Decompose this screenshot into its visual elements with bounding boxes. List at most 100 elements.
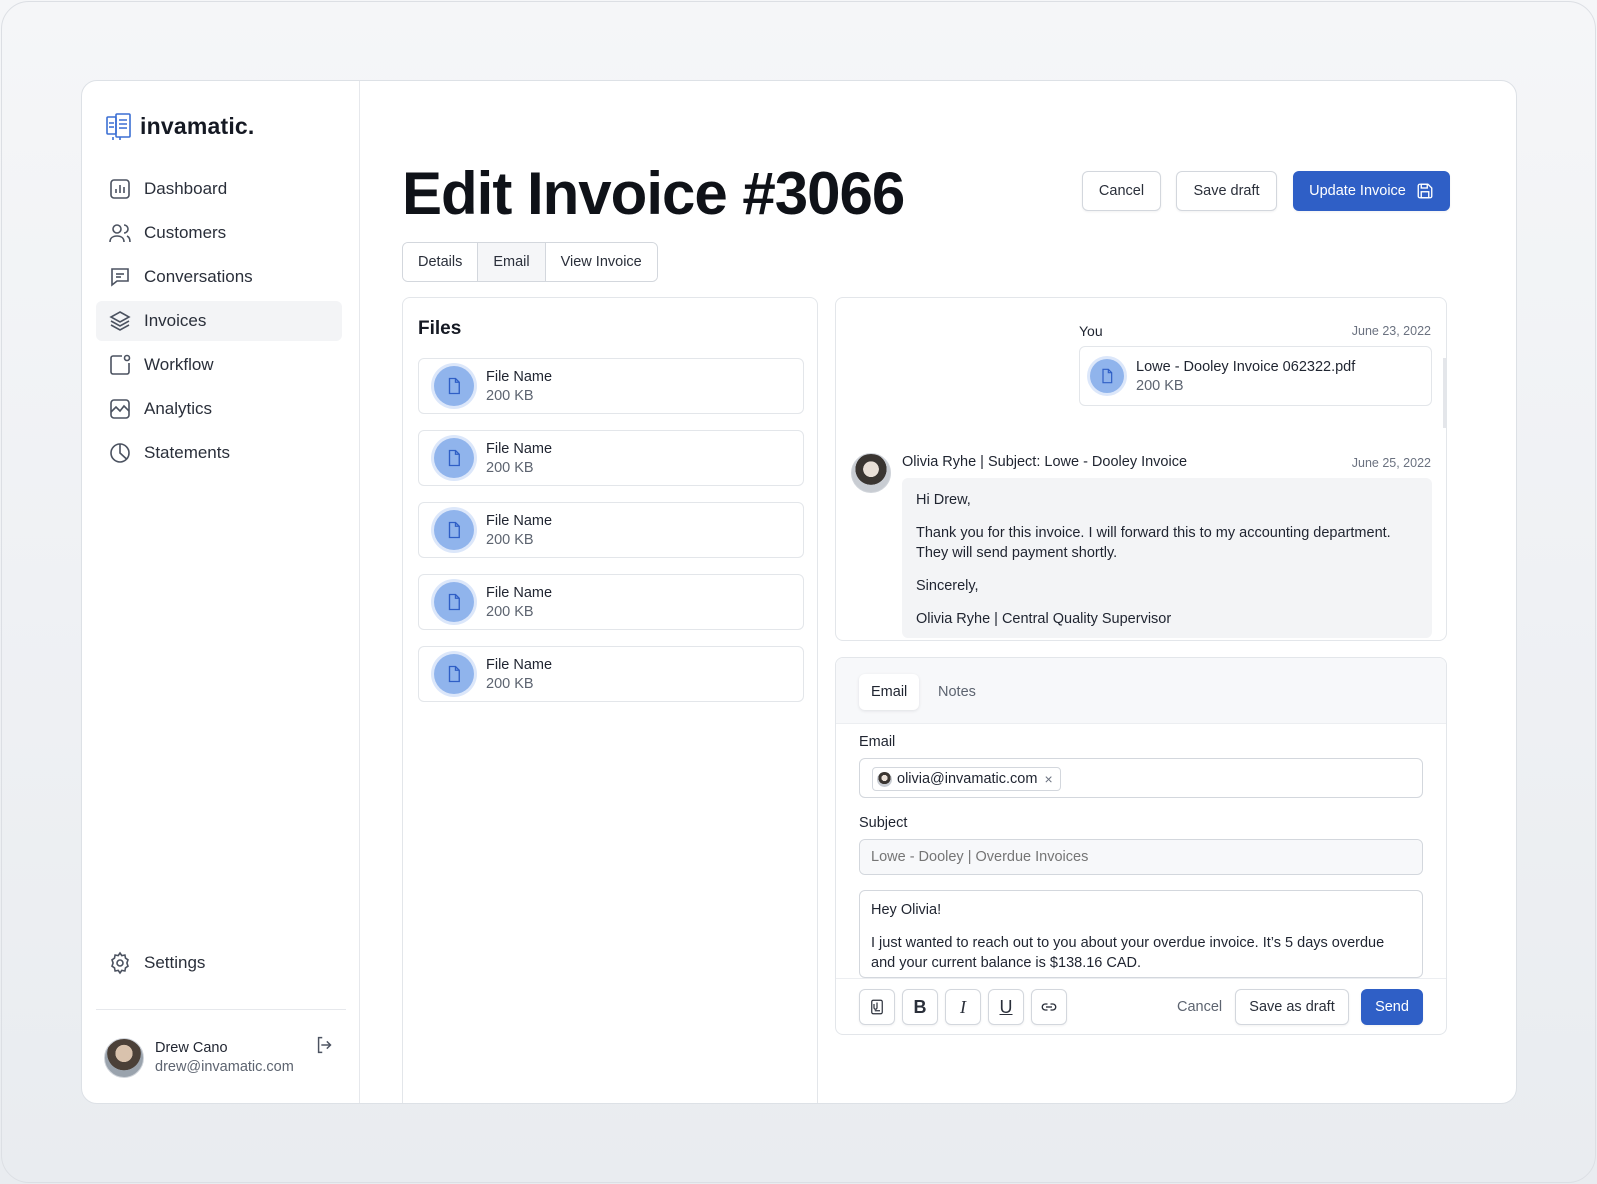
subject-input[interactable] <box>860 840 1422 874</box>
reply-header: Olivia Ryhe | Subject: Lowe - Dooley Inv… <box>902 454 1188 470</box>
logout-icon[interactable] <box>314 1034 336 1056</box>
file-item[interactable]: File Name 200 KB <box>418 646 804 702</box>
sender-avatar <box>851 453 891 493</box>
insert-link-button[interactable] <box>1031 989 1067 1025</box>
page-title: Edit Invoice #3066 <box>402 160 905 227</box>
file-item[interactable]: File Name 200 KB <box>418 574 804 630</box>
body-text: I just wanted to reach out to you about … <box>871 935 1385 971</box>
attachment-size: 200 KB <box>1136 377 1184 394</box>
attach-file-button[interactable] <box>859 989 895 1025</box>
email-recipients-field[interactable]: olivia@invamatic.com × <box>859 758 1423 798</box>
main-nav: Dashboard Customers Conversations Invoic… <box>96 169 342 477</box>
reply-date: June 25, 2022 <box>1351 456 1431 470</box>
file-name: File Name <box>486 368 553 385</box>
underline-button[interactable]: U <box>988 989 1024 1025</box>
dashboard-icon <box>110 179 130 199</box>
reply-message: Hi Drew, Thank you for this invoice. I w… <box>902 478 1432 638</box>
brand-logo[interactable]: invamatic. <box>104 111 255 141</box>
nav-item-invoices[interactable]: Invoices <box>96 301 342 341</box>
nav-label: Workflow <box>144 355 214 374</box>
compose-tab-email[interactable]: Email <box>859 674 920 710</box>
settings-section: Settings <box>96 943 342 987</box>
save-draft-button[interactable]: Save draft <box>1176 171 1277 211</box>
cancel-button[interactable]: Cancel <box>1082 171 1161 211</box>
italic-button[interactable]: I <box>945 989 981 1025</box>
file-name: File Name <box>486 584 553 601</box>
nav-item-conversations[interactable]: Conversations <box>96 257 342 297</box>
send-button[interactable]: Send <box>1361 989 1423 1025</box>
tab-view-invoice[interactable]: View Invoice <box>545 243 657 281</box>
file-item[interactable]: File Name 200 KB <box>418 502 804 558</box>
reply-greeting: Hi Drew, <box>916 492 971 508</box>
file-size: 200 KB <box>486 531 534 548</box>
file-icon <box>434 654 474 694</box>
tab-email[interactable]: Email <box>478 243 546 281</box>
file-icon <box>434 510 474 550</box>
file-icon <box>1090 359 1124 393</box>
italic-icon: I <box>960 996 966 1017</box>
users-icon <box>109 224 131 243</box>
file-size: 200 KB <box>486 675 534 692</box>
user-info: Drew Cano drew@invamatic.com <box>155 1040 294 1075</box>
compose-tab-notes[interactable]: Notes <box>926 674 988 710</box>
nav-label: Analytics <box>144 399 213 418</box>
reply-closing: Sincerely, <box>916 578 979 594</box>
nav-item-dashboard[interactable]: Dashboard <box>96 169 342 209</box>
sent-message-sender: You <box>1079 323 1103 339</box>
reply-body: Thank you for this invoice. I will forwa… <box>916 525 1391 561</box>
tab-details[interactable]: Details <box>403 243 479 281</box>
file-list: File Name 200 KB File Name 200 KB File Nam… <box>418 358 804 718</box>
sent-message-date: June 23, 2022 <box>1351 324 1431 338</box>
compose-tabs: Email Notes <box>836 658 1446 724</box>
compose-panel: Email Notes Email olivia@invamatic.com ×… <box>835 657 1447 1035</box>
files-title: Files <box>418 318 462 339</box>
compose-toolbar: B I U Cancel Save as draft Send <box>836 978 1446 1034</box>
recipient-chip: olivia@invamatic.com × <box>872 767 1061 791</box>
nav-item-statements[interactable]: Statements <box>96 433 342 473</box>
invoice-logo-icon <box>106 113 131 140</box>
file-size: 200 KB <box>486 387 534 404</box>
nav-label: Settings <box>144 953 206 972</box>
bold-button[interactable]: B <box>902 989 938 1025</box>
recipient-email: olivia@invamatic.com <box>897 771 1038 787</box>
email-body-editor[interactable]: Hey Olivia! I just wanted to reach out t… <box>859 890 1423 978</box>
update-invoice-button[interactable]: Update Invoice <box>1293 171 1450 211</box>
email-thread: You June 23, 2022 Lowe - Dooley Invoice … <box>835 297 1447 641</box>
file-name: File Name <box>486 512 553 529</box>
email-label: Email <box>859 734 896 750</box>
layers-icon <box>109 311 131 331</box>
update-invoice-label: Update Invoice <box>1309 183 1406 199</box>
underline-icon: U <box>999 996 1013 1017</box>
file-item[interactable]: File Name 200 KB <box>418 430 804 486</box>
save-icon <box>1417 183 1433 199</box>
nav-item-workflow[interactable]: Workflow <box>96 345 342 385</box>
user-name: Drew Cano <box>155 1040 228 1056</box>
workflow-icon <box>110 354 131 375</box>
nav-label: Invoices <box>144 311 207 330</box>
thread-scrollbar[interactable] <box>1443 358 1446 428</box>
sent-attachment[interactable]: Lowe - Dooley Invoice 062322.pdf 200 KB <box>1079 346 1432 406</box>
nav-item-analytics[interactable]: Analytics <box>96 389 342 429</box>
gear-icon <box>111 951 129 975</box>
bold-icon: B <box>913 996 927 1017</box>
user-avatar[interactable] <box>104 1037 144 1078</box>
invoice-tabs: Details Email View Invoice <box>402 242 658 282</box>
chat-icon <box>111 268 129 287</box>
subject-field-wrap <box>859 839 1423 875</box>
remove-recipient-icon[interactable]: × <box>1044 771 1052 787</box>
link-icon <box>1041 1003 1057 1011</box>
subject-label: Subject <box>859 815 908 831</box>
nav-label: Conversations <box>144 267 253 286</box>
nav-label: Customers <box>144 223 227 242</box>
file-name: File Name <box>486 440 553 457</box>
file-item[interactable]: File Name 200 KB <box>418 358 804 414</box>
attachment-name: Lowe - Dooley Invoice 062322.pdf <box>1136 358 1356 375</box>
nav-item-customers[interactable]: Customers <box>96 213 342 253</box>
nav-item-settings[interactable]: Settings <box>96 943 342 983</box>
brand-name: invamatic. <box>140 112 255 139</box>
main-content: Edit Invoice #3066 Cancel Save draft Upd… <box>360 81 1516 1103</box>
save-as-draft-button[interactable]: Save as draft <box>1235 989 1349 1025</box>
nav-label: Statements <box>144 443 230 462</box>
file-name: File Name <box>486 656 553 673</box>
compose-cancel-button[interactable]: Cancel <box>1177 989 1222 1025</box>
